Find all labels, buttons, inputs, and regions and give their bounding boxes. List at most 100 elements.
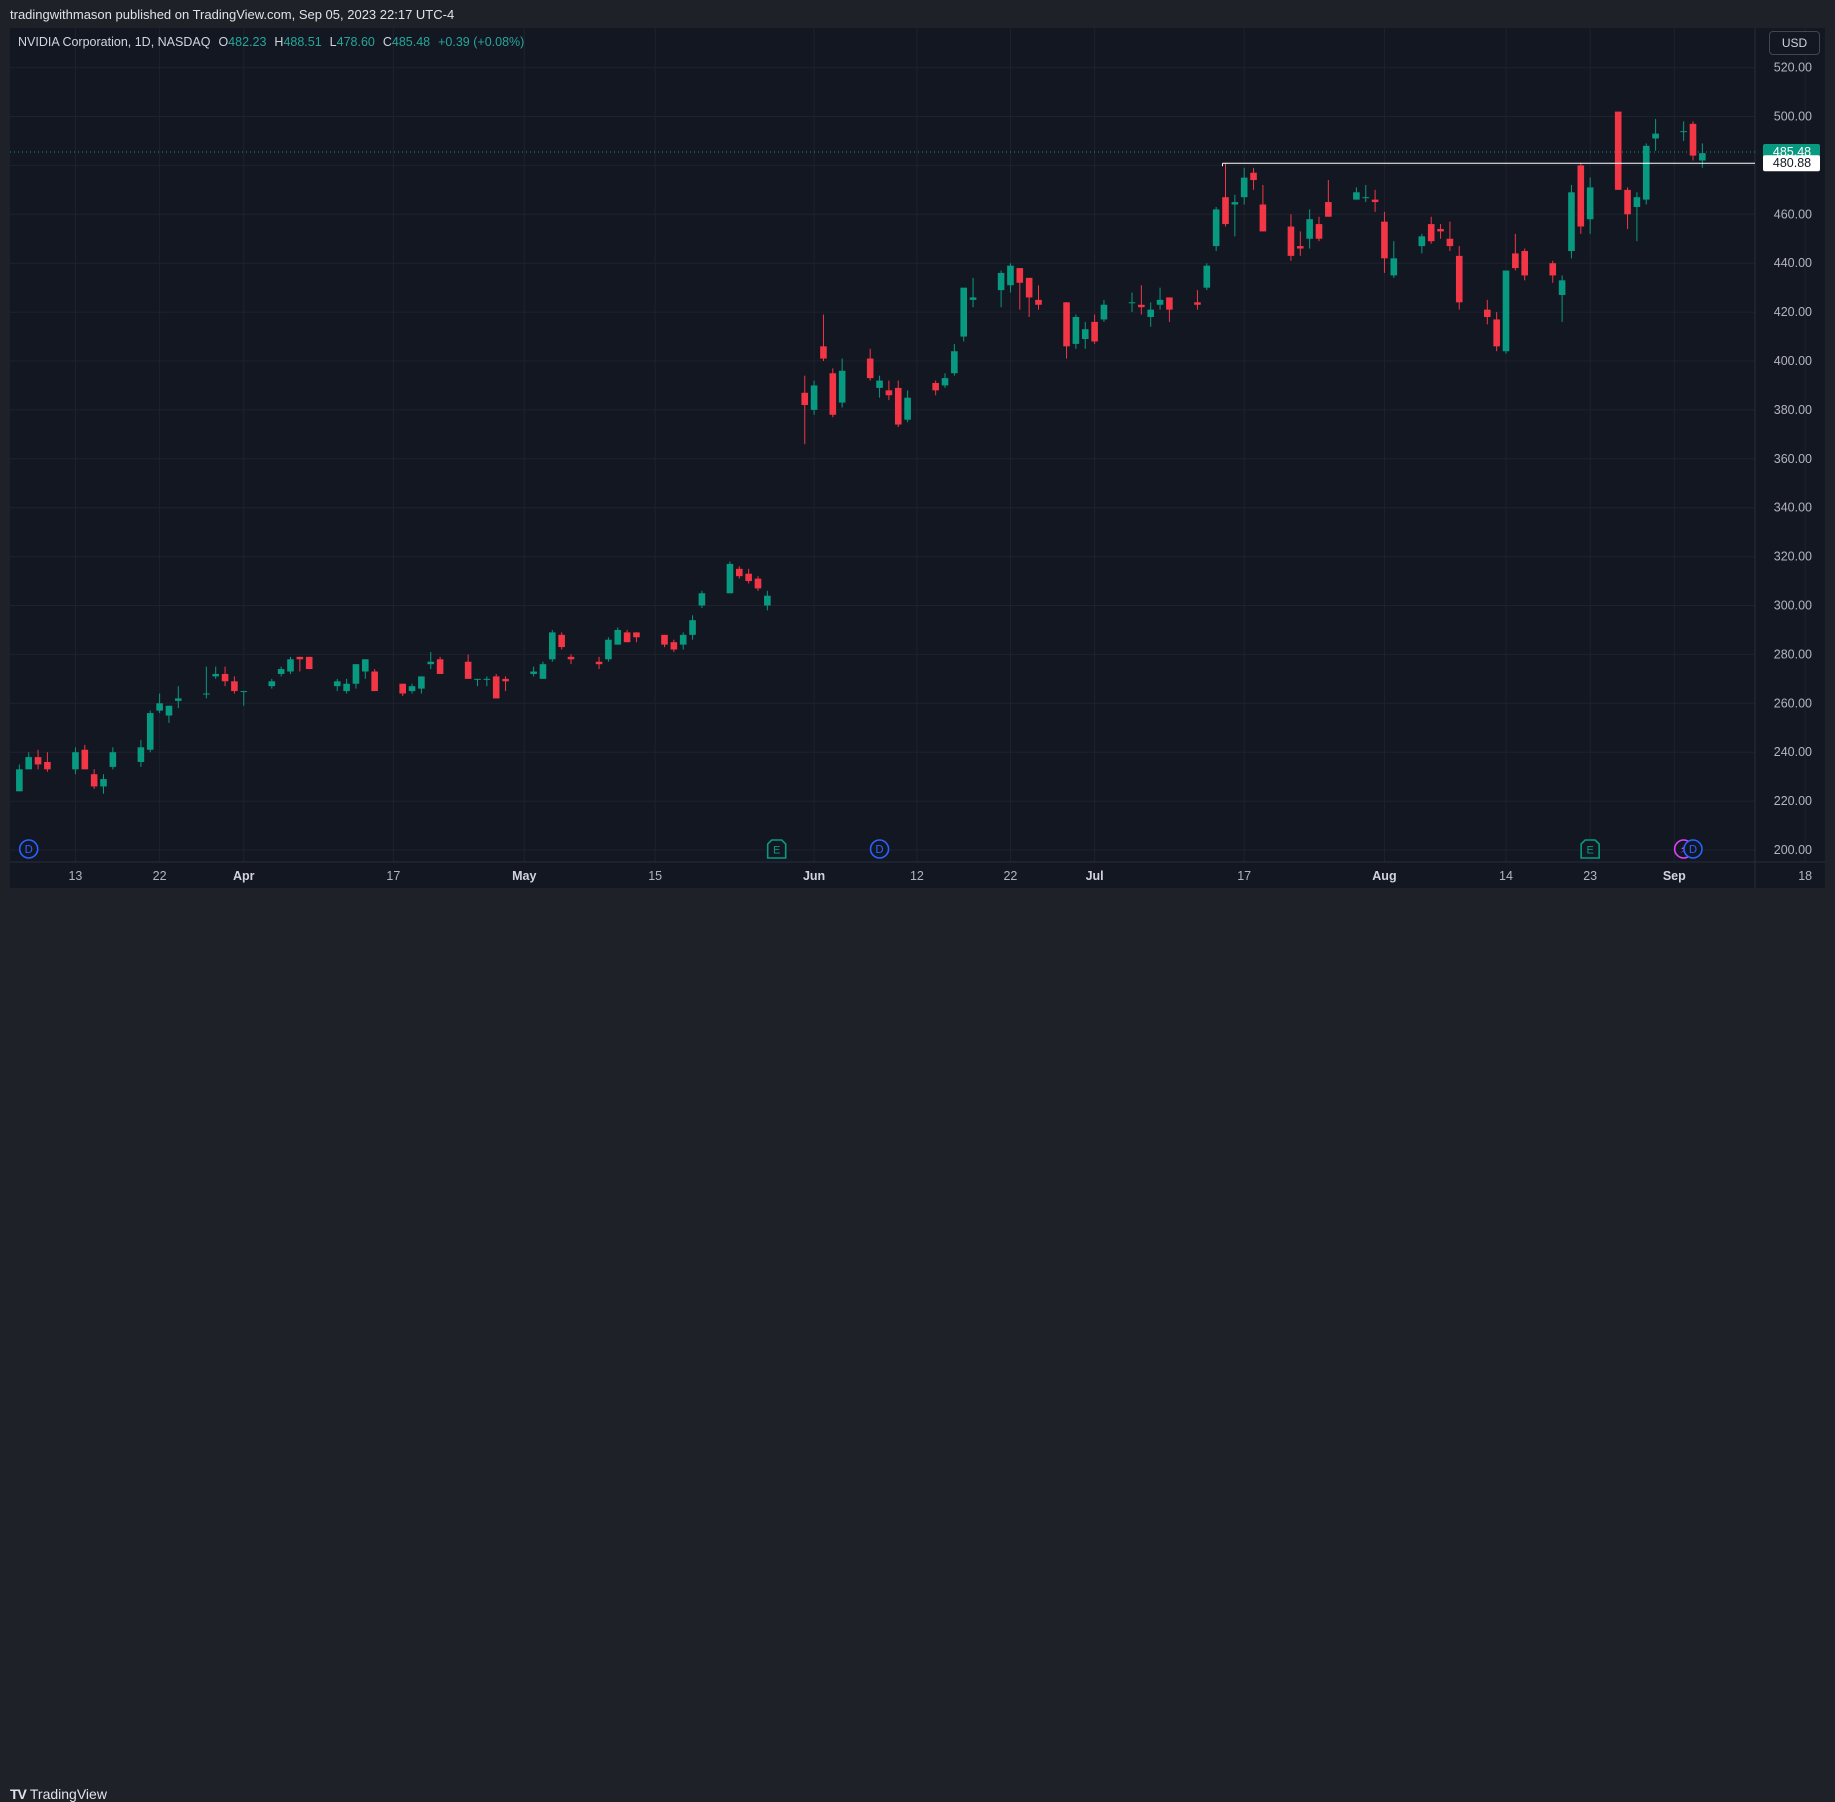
candle-body-up[interactable] bbox=[408, 686, 416, 692]
candle-body-down[interactable] bbox=[436, 659, 444, 674]
candle-body-down[interactable] bbox=[296, 656, 304, 660]
candle-body-up[interactable] bbox=[614, 629, 622, 645]
candle-body-up[interactable] bbox=[689, 620, 696, 635]
candle-body-up[interactable] bbox=[156, 703, 163, 711]
candle-body-up[interactable] bbox=[343, 683, 350, 692]
candle-body-down[interactable] bbox=[1381, 221, 1388, 259]
candle-body-down[interactable] bbox=[1325, 202, 1332, 217]
candle-body-up[interactable] bbox=[679, 634, 687, 645]
candle-body-down[interactable] bbox=[1091, 321, 1098, 342]
candlestick-chart[interactable]: 520.00500.00480.00460.00440.00420.00400.… bbox=[0, 0, 1835, 924]
candle-body-up[interactable] bbox=[1306, 219, 1313, 239]
candle-body-down[interactable] bbox=[820, 346, 827, 359]
candle-body-down[interactable] bbox=[502, 678, 509, 682]
candle-body-up[interactable] bbox=[362, 659, 369, 672]
candle-body-down[interactable] bbox=[1689, 123, 1697, 156]
candle-body-down[interactable] bbox=[371, 671, 378, 692]
candle-body-down[interactable] bbox=[829, 373, 837, 415]
candle-body-down[interactable] bbox=[866, 358, 874, 379]
candle-body-down[interactable] bbox=[1371, 199, 1379, 203]
candle-body-down[interactable] bbox=[1025, 277, 1033, 298]
candle-body-up[interactable] bbox=[904, 397, 911, 420]
candle-body-down[interactable] bbox=[90, 774, 98, 787]
candle-body-down[interactable] bbox=[1455, 255, 1463, 303]
candle-body-up[interactable] bbox=[698, 593, 706, 606]
candle-body-down[interactable] bbox=[567, 656, 575, 660]
candle-body-up[interactable] bbox=[165, 705, 173, 716]
candle-body-up[interactable] bbox=[1558, 280, 1566, 295]
candle-body-down[interactable] bbox=[44, 761, 51, 770]
candle-body-up[interactable] bbox=[100, 779, 107, 787]
candle-body-up[interactable] bbox=[1418, 236, 1426, 247]
candle-body-down[interactable] bbox=[492, 676, 500, 699]
candle-body-up[interactable] bbox=[810, 385, 818, 410]
candle-body-up[interactable] bbox=[1586, 187, 1594, 220]
candle-body-down[interactable] bbox=[34, 757, 42, 765]
candle-body-up[interactable] bbox=[1642, 145, 1650, 200]
candle-body-up[interactable] bbox=[1203, 265, 1211, 288]
candle-body-up[interactable] bbox=[605, 639, 612, 660]
candle-body-up[interactable] bbox=[175, 698, 182, 701]
candle-body-up[interactable] bbox=[1652, 133, 1659, 139]
candle-body-down[interactable] bbox=[1577, 165, 1585, 227]
candle-body-down[interactable] bbox=[1614, 111, 1622, 190]
candle-body-up[interactable] bbox=[109, 752, 117, 767]
candle-body-up[interactable] bbox=[1353, 192, 1360, 200]
candle-body-down[interactable] bbox=[1035, 299, 1042, 305]
candle-body-up[interactable] bbox=[352, 664, 360, 684]
candle-body-down[interactable] bbox=[1016, 268, 1024, 283]
candle-body-down[interactable] bbox=[745, 573, 752, 582]
candle-body-down[interactable] bbox=[932, 383, 939, 391]
candle-body-down[interactable] bbox=[1521, 250, 1528, 276]
candle-body-up[interactable] bbox=[16, 769, 23, 792]
candle-body-down[interactable] bbox=[661, 634, 668, 645]
candle-body-down[interactable] bbox=[1484, 309, 1491, 317]
candle-body-down[interactable] bbox=[1315, 224, 1323, 239]
candle-body-down[interactable] bbox=[1512, 253, 1519, 269]
candle-body-up[interactable] bbox=[1100, 304, 1108, 320]
candle-body-down[interactable] bbox=[754, 578, 762, 589]
candle-body-up[interactable] bbox=[530, 671, 537, 674]
candle-body-up[interactable] bbox=[474, 678, 481, 680]
candle-body-up[interactable] bbox=[1128, 302, 1136, 304]
candle-body-up[interactable] bbox=[997, 272, 1005, 291]
candle-body-up[interactable] bbox=[539, 664, 547, 679]
candle-body-up[interactable] bbox=[483, 678, 491, 680]
candle-body-up[interactable] bbox=[951, 351, 958, 374]
candle-body-up[interactable] bbox=[838, 370, 846, 403]
candle-body-up[interactable] bbox=[1633, 197, 1641, 207]
candle-body-up[interactable] bbox=[146, 713, 154, 750]
candle-body-up[interactable] bbox=[287, 659, 294, 672]
candle-body-down[interactable] bbox=[885, 390, 893, 396]
candle-body-up[interactable] bbox=[876, 380, 883, 388]
candle-body-down[interactable] bbox=[81, 749, 89, 770]
candle-body-up[interactable] bbox=[1390, 258, 1398, 276]
candle-body-down[interactable] bbox=[221, 673, 229, 682]
candle-body-down[interactable] bbox=[894, 387, 902, 425]
candle-body-down[interactable] bbox=[1259, 204, 1267, 232]
candle-body-down[interactable] bbox=[670, 642, 678, 650]
candle-body-down[interactable] bbox=[1549, 263, 1557, 276]
candle-body-down[interactable] bbox=[1250, 172, 1257, 181]
candle-body-down[interactable] bbox=[558, 634, 565, 648]
candle-body-up[interactable] bbox=[549, 632, 556, 660]
candle-body-up[interactable] bbox=[941, 378, 949, 386]
candle-body-down[interactable] bbox=[1437, 228, 1444, 232]
candle-body-down[interactable] bbox=[1624, 189, 1631, 215]
candle-body-up[interactable] bbox=[1699, 153, 1706, 161]
candle-body-up[interactable] bbox=[1212, 209, 1220, 247]
candle-body-up[interactable] bbox=[726, 563, 734, 594]
candle-body-up[interactable] bbox=[1072, 316, 1080, 344]
candle-body-down[interactable] bbox=[1138, 304, 1145, 308]
candle-body-up[interactable] bbox=[1568, 192, 1575, 251]
candle-body-up[interactable] bbox=[268, 681, 276, 687]
candle-body-up[interactable] bbox=[1502, 270, 1510, 352]
candle-body-down[interactable] bbox=[1063, 302, 1070, 347]
candle-body-down[interactable] bbox=[633, 632, 640, 638]
candle-body-up[interactable] bbox=[240, 691, 248, 693]
candle-body-up[interactable] bbox=[25, 757, 32, 770]
candle-body-up[interactable] bbox=[969, 297, 977, 300]
candle-body-up[interactable] bbox=[1147, 309, 1154, 317]
candle-body-up[interactable] bbox=[277, 669, 285, 674]
candle-body-down[interactable] bbox=[1493, 319, 1500, 347]
